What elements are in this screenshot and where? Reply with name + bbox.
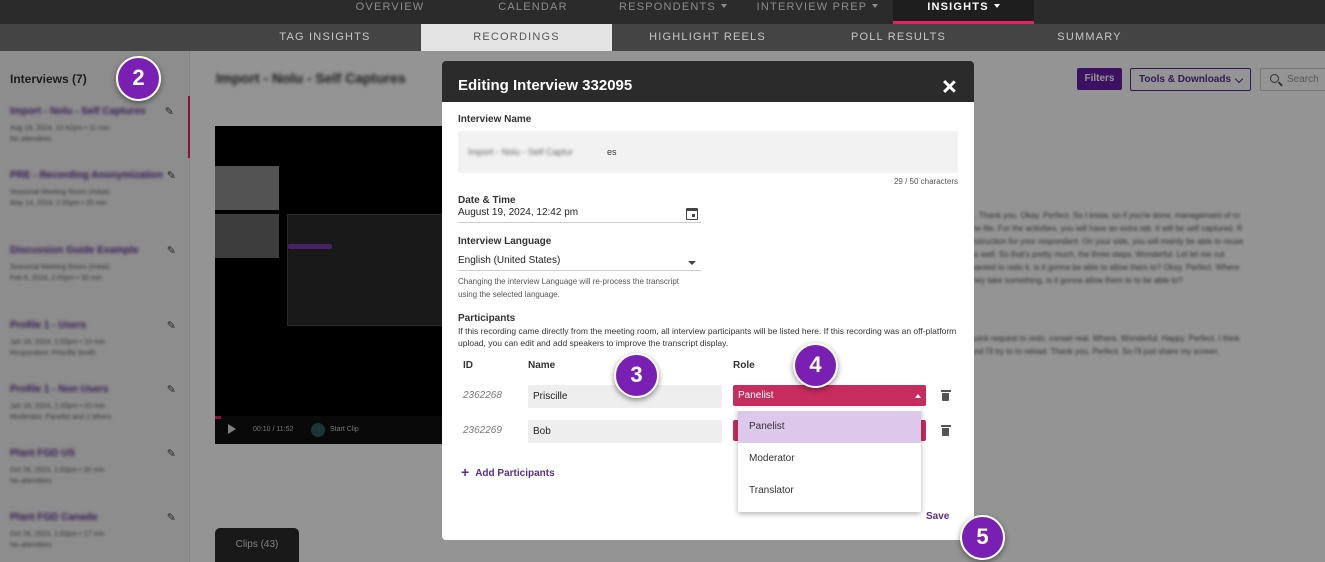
participants-label: Participants [458, 313, 516, 324]
nav-insights[interactable]: INSIGHTS [893, 0, 1034, 24]
participant-name-input[interactable]: Bob [528, 420, 722, 443]
trash-icon[interactable] [940, 425, 951, 436]
calendar-icon[interactable] [686, 208, 698, 220]
caret-up-icon [915, 394, 921, 398]
tab-highlight-reels[interactable]: HIGHLIGHT REELS [612, 24, 803, 51]
tab-recordings[interactable]: RECORDINGS [421, 24, 612, 51]
role-option-translator[interactable]: Translator [738, 475, 921, 507]
datetime-label: Date & Time [458, 195, 516, 206]
tab-poll-results[interactable]: POLL RESULTS [803, 24, 994, 51]
sub-nav: TAG INSIGHTS RECORDINGS HIGHLIGHT REELS … [0, 24, 1325, 51]
close-icon[interactable] [943, 80, 956, 93]
interview-name-value-end: es [607, 147, 617, 157]
language-label: Interview Language [458, 236, 552, 247]
datetime-field[interactable]: August 19, 2024, 12:42 pm [458, 207, 701, 223]
caret-down-icon [872, 4, 879, 8]
role-option-moderator[interactable]: Moderator [738, 443, 921, 475]
modal-header: Editing Interview 332095 [442, 61, 974, 102]
add-participants-button[interactable]: + Add Participants [461, 464, 555, 480]
nav-calendar[interactable]: CALENDAR [495, 0, 571, 24]
participant-role-select[interactable]: Panelist [733, 385, 926, 406]
column-header-id: ID [463, 360, 473, 371]
column-header-role: Role [733, 360, 755, 371]
nav-respondents[interactable]: RESPONDENTS [617, 0, 729, 24]
nav-interview-prep[interactable]: INTERVIEW PREP [755, 0, 880, 24]
plus-icon: + [461, 464, 470, 480]
participants-description: If this recording came directly from the… [458, 326, 957, 348]
language-help-text: Changing the interview Language will re-… [458, 277, 680, 299]
save-button[interactable]: Save [926, 511, 949, 522]
top-nav: OVERVIEW CALENDAR RESPONDENTS INTERVIEW … [0, 0, 1325, 24]
participant-id: 2362269 [463, 425, 502, 436]
participant-id: 2362268 [463, 390, 502, 401]
column-header-name: Name [528, 360, 556, 371]
character-counter: 29 / 50 characters [893, 177, 958, 186]
dropdown-arrow-icon[interactable] [688, 261, 696, 265]
interview-name-field[interactable]: Import - Nolu - Self Captur es [458, 131, 958, 173]
caret-down-icon [993, 4, 1000, 8]
interview-name-label: Interview Name [458, 114, 532, 125]
annotation-badge: 4 [793, 343, 838, 388]
tab-tag-insights[interactable]: TAG INSIGHTS [230, 24, 420, 51]
annotation-badge: 2 [116, 56, 161, 101]
edit-interview-modal: Editing Interview 332095 Interview Name … [442, 61, 974, 540]
trash-icon[interactable] [940, 390, 951, 401]
annotation-badge: 5 [960, 515, 1005, 560]
role-option-panelist[interactable]: Panelist [738, 411, 921, 443]
tab-summary[interactable]: SUMMARY [994, 24, 1185, 51]
nav-overview[interactable]: OVERVIEW [355, 0, 425, 24]
interview-name-value: Import - Nolu - Self Captur [468, 147, 574, 157]
role-dropdown-menu: Panelist Moderator Translator [738, 408, 921, 512]
caret-down-icon [720, 4, 727, 8]
modal-title: Editing Interview 332095 [458, 77, 633, 94]
annotation-badge: 3 [614, 353, 659, 398]
language-select[interactable]: English (United States) [458, 255, 701, 271]
